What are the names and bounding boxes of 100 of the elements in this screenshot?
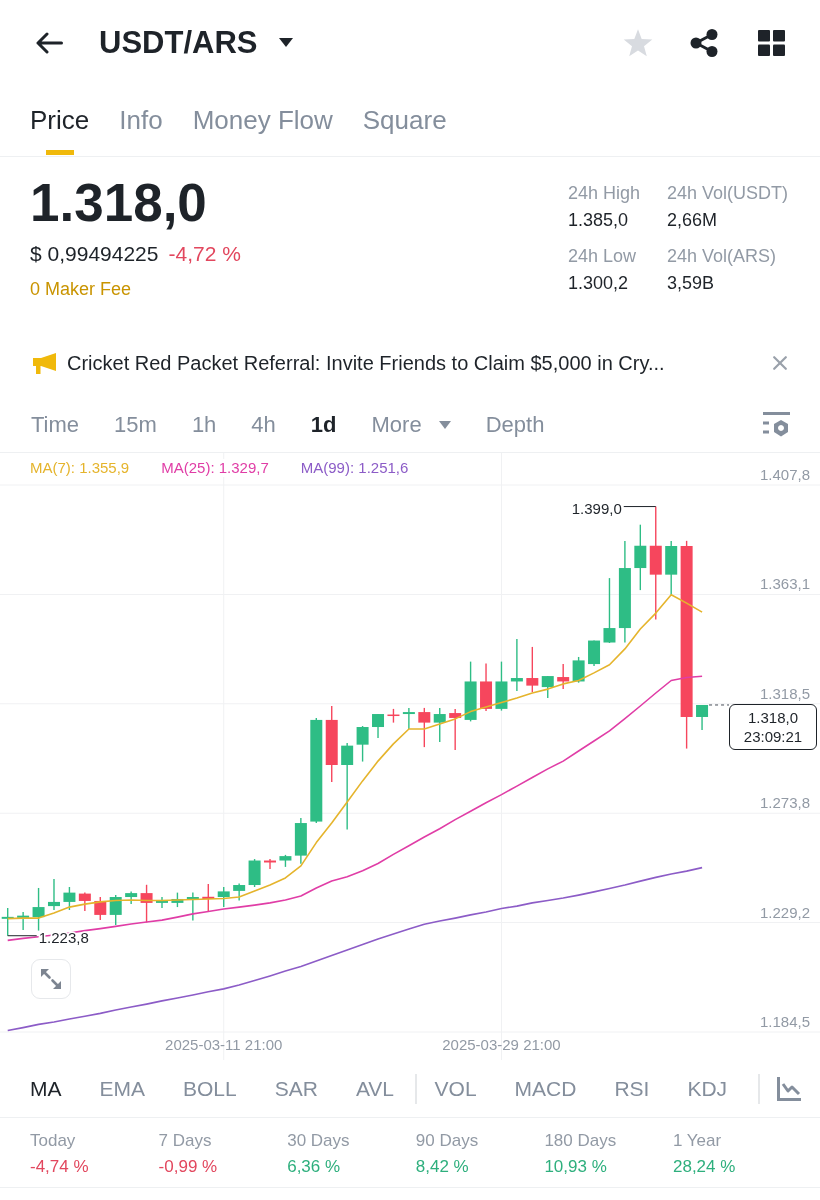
candlestick	[372, 713, 384, 739]
candlestick	[495, 660, 508, 712]
price-axis-label: 1.318,5	[759, 684, 810, 702]
stat-value: 2,66M	[667, 209, 718, 231]
period-label: 1 Year	[672, 1130, 722, 1152]
caret-down-icon	[279, 38, 294, 47]
stat-label: 24h High	[568, 182, 641, 204]
share-button[interactable]	[690, 28, 718, 57]
candlestick	[125, 890, 138, 905]
indicator-tab[interactable]: BOLL	[183, 1075, 237, 1102]
period-label: 180 Days	[544, 1130, 617, 1152]
period-label: 30 Days	[287, 1130, 350, 1152]
chart-type-button[interactable]	[776, 1076, 801, 1101]
candlestick	[171, 891, 184, 908]
price-axis-label: 1.273,8	[759, 794, 810, 812]
price-axis-label: 1.407,8	[759, 466, 810, 483]
expand-button[interactable]	[31, 959, 71, 999]
indicator-tab[interactable]: SAR	[274, 1075, 318, 1102]
chart-settings-button[interactable]	[763, 412, 790, 437]
indicator-tab[interactable]: RSI	[614, 1075, 650, 1102]
stat-label: 24h Low	[568, 245, 637, 267]
indicator-tab[interactable]: MACD	[514, 1075, 577, 1102]
candlestick	[696, 704, 709, 731]
candlestick	[248, 858, 261, 888]
price-axis-label: 1.363,1	[759, 575, 810, 593]
period-change: 28,24 %	[672, 1156, 736, 1178]
candlestick	[572, 656, 585, 684]
price-axis-label: 1.229,2	[759, 903, 810, 921]
interval-tab[interactable]: 4h	[251, 410, 276, 439]
candlestick	[1, 907, 14, 937]
indicator-tab[interactable]: MA	[30, 1075, 62, 1102]
period-change: -0,99 %	[158, 1156, 218, 1178]
stat-label: 24h Vol(ARS)	[667, 245, 777, 267]
countdown-label: 23:09:21	[743, 726, 803, 746]
candlestick	[418, 707, 431, 748]
chart-settings-icon	[763, 412, 790, 437]
stat-value: 3,59B	[667, 272, 715, 294]
pair-selector[interactable]: USDT/ARS	[99, 22, 294, 63]
share-icon	[690, 28, 718, 57]
last-price: 1.318,0	[30, 173, 207, 233]
candlestick	[156, 896, 168, 909]
high-price-label: 1.399,0	[571, 499, 622, 517]
candlestick	[279, 854, 292, 868]
period-label: 7 Days	[158, 1130, 212, 1152]
close-icon	[773, 356, 787, 370]
last-price-label: 1.318,0	[747, 707, 798, 727]
favorite-star-button[interactable]	[623, 28, 653, 57]
candlestick	[233, 882, 246, 902]
caret-down-icon	[438, 420, 451, 429]
candlestick	[94, 896, 107, 921]
interval-tab[interactable]: 1h	[191, 410, 217, 439]
tab[interactable]: Square	[362, 85, 447, 156]
indicator-tab[interactable]: EMA	[99, 1075, 145, 1102]
more-dropdown[interactable]: More	[371, 410, 451, 439]
interval-tab[interactable]: 1d	[310, 410, 337, 439]
candlestick	[32, 887, 45, 932]
stat-value: 1.385,0	[568, 209, 629, 231]
indicator-tab[interactable]: AVL	[355, 1075, 395, 1102]
tab[interactable]: Money Flow	[192, 85, 333, 156]
announcement-link[interactable]: Cricket Red Packet Referral: Invite Friends to Claim $5,000 in Cry...	[67, 350, 665, 376]
candlestick	[48, 878, 60, 911]
moving-average-reading: MA(99): 1.251,6	[300, 459, 409, 477]
candlestick	[140, 884, 153, 924]
candlestick	[17, 911, 30, 931]
low-price-label: 1.223,8	[38, 928, 89, 946]
indicator-tab[interactable]: KDJ	[687, 1075, 728, 1102]
period-change: 8,42 %	[415, 1156, 469, 1178]
candlestick	[449, 708, 462, 751]
period-change: 10,93 %	[544, 1156, 607, 1178]
tab[interactable]: Price	[30, 85, 90, 156]
candlestick	[202, 883, 215, 912]
usd-price: $ 0,99494225	[30, 241, 159, 267]
moving-average-reading: MA(25): 1.329,7	[161, 459, 269, 477]
candlestick	[356, 725, 369, 763]
layout-button[interactable]	[758, 29, 785, 56]
period-change: 6,36 %	[287, 1156, 341, 1178]
close-button[interactable]	[773, 356, 787, 370]
candlestick	[433, 707, 446, 743]
interval-tab[interactable]: 15m	[114, 410, 157, 439]
interval-tab[interactable]: Time	[31, 410, 80, 439]
candlestick	[264, 858, 276, 870]
tab[interactable]: Info	[119, 85, 163, 156]
back-arrow-icon	[35, 31, 63, 54]
moving-average-reading: MA(7): 1.355,9	[30, 459, 130, 477]
candlestick	[217, 886, 230, 908]
candlestick	[63, 886, 76, 911]
back-button[interactable]	[35, 31, 63, 54]
period-label: 90 Days	[415, 1130, 479, 1152]
candlestick	[78, 891, 91, 912]
candlestick	[387, 708, 400, 724]
candlestick	[109, 894, 122, 926]
price-line	[708, 704, 730, 706]
price-change: -4,72 %	[168, 241, 241, 267]
period-change: -4,74 %	[30, 1156, 89, 1178]
candlestick	[526, 646, 539, 693]
stat-value: 1.300,2	[568, 272, 629, 294]
candlestick	[603, 577, 616, 644]
interval-tab[interactable]: Depth	[485, 410, 545, 439]
candlestick	[186, 891, 199, 922]
indicator-tab[interactable]: VOL	[434, 1075, 477, 1102]
